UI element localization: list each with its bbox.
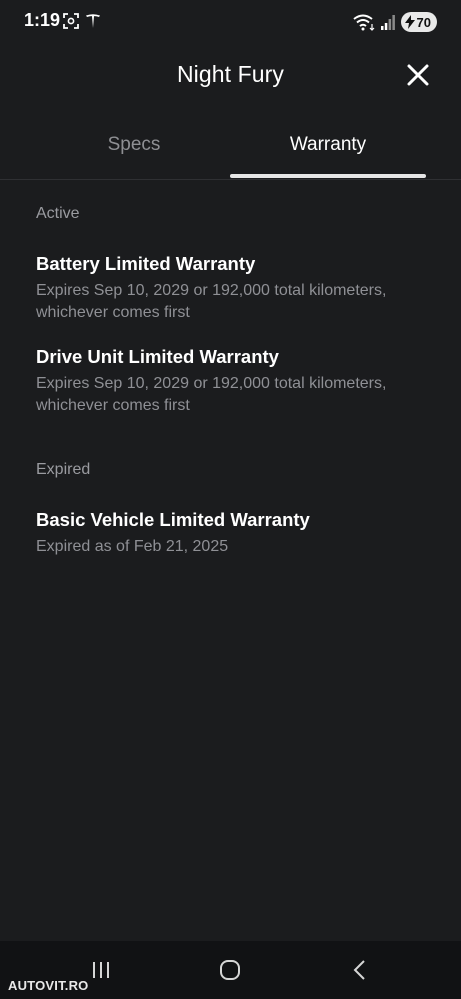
watermark-text: AUTOVIT.RO (8, 978, 89, 993)
recent-apps-icon[interactable] (86, 955, 116, 985)
status-right: 70 (352, 12, 437, 32)
battery-indicator: 70 (400, 12, 437, 32)
screenshot-icon (63, 13, 79, 29)
warranty-description: Expired as of Feb 21, 2025 (36, 538, 229, 555)
tab-selected-indicator (230, 174, 426, 178)
header: Night Fury (0, 52, 461, 98)
status-time: 1:19 (24, 10, 61, 30)
tab-specs[interactable]: Specs (36, 118, 232, 180)
tab-warranty[interactable]: Warranty (230, 118, 426, 180)
section-label-expired: Expired (36, 461, 91, 478)
home-icon[interactable] (215, 955, 245, 985)
warranty-item-battery[interactable]: Battery Limited Warranty Expires Sep 10,… (36, 252, 436, 324)
tab-bar: Specs Warranty (0, 118, 461, 180)
page-title: Night Fury (176, 61, 285, 87)
warranty-description: Expires Sep 10, 2029 or 192,000 total ki… (36, 282, 387, 321)
tesla-logo-icon (86, 14, 100, 28)
warranty-title: Drive Unit Limited Warranty (36, 346, 279, 367)
status-bar: 1:19 70 (0, 0, 461, 44)
close-icon[interactable] (405, 62, 431, 88)
system-nav-bar: AUTOVIT.RO (0, 941, 461, 999)
warranty-item-basic-vehicle[interactable]: Basic Vehicle Limited Warranty Expired a… (36, 508, 436, 558)
warranty-title: Battery Limited Warranty (36, 253, 256, 274)
warranty-item-drive-unit[interactable]: Drive Unit Limited Warranty Expires Sep … (36, 345, 436, 417)
battery-level: 70 (416, 14, 431, 30)
battery-charging-icon (404, 15, 415, 29)
back-icon[interactable] (345, 955, 375, 985)
wifi-icon (352, 14, 374, 31)
signal-icon (380, 15, 395, 30)
section-label-active: Active (36, 205, 80, 222)
warranty-description: Expires Sep 10, 2029 or 192,000 total ki… (36, 375, 387, 414)
warranty-title: Basic Vehicle Limited Warranty (36, 509, 310, 530)
